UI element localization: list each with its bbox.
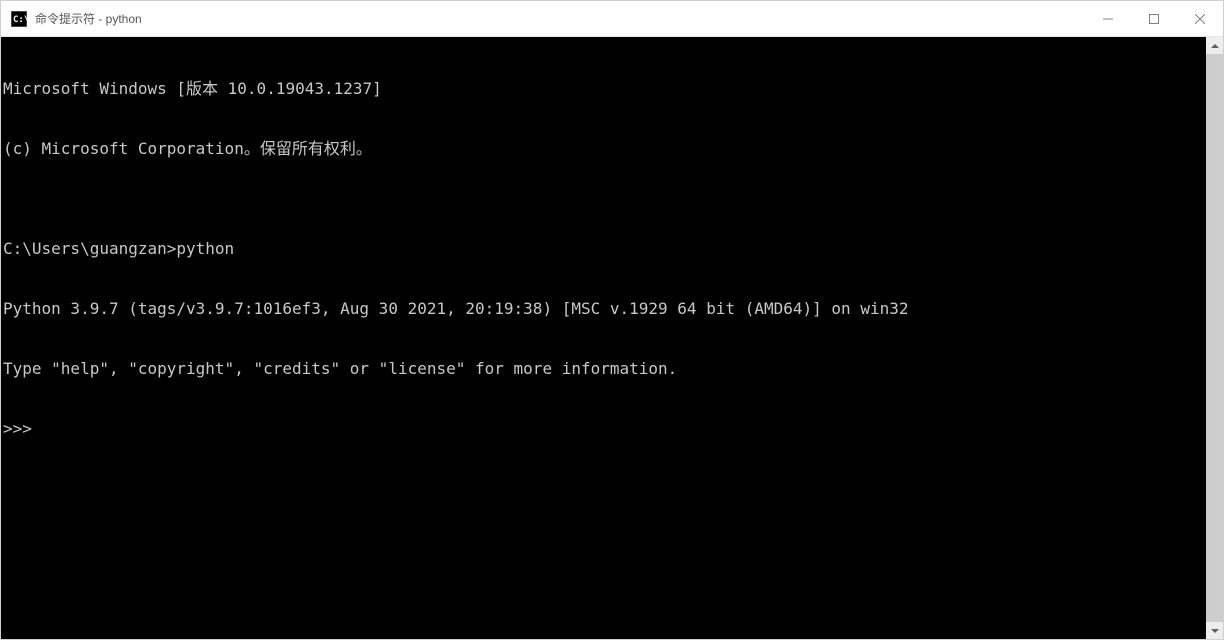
scrollbar-down-arrow-icon[interactable] — [1206, 622, 1223, 639]
scrollbar-track[interactable] — [1206, 54, 1223, 622]
maximize-button[interactable] — [1131, 1, 1177, 36]
terminal-line: C:\Users\guangzan>python — [3, 239, 1206, 259]
vertical-scrollbar[interactable] — [1206, 37, 1223, 639]
cmd-icon: C:\ — [11, 11, 27, 27]
svg-text:C:\: C:\ — [13, 15, 27, 25]
close-button[interactable] — [1177, 1, 1223, 36]
terminal-line: Type "help", "copyright", "credits" or "… — [3, 359, 1206, 379]
window-controls — [1085, 1, 1223, 36]
scrollbar-up-arrow-icon[interactable] — [1206, 37, 1223, 54]
minimize-button[interactable] — [1085, 1, 1131, 36]
terminal-line: (c) Microsoft Corporation。保留所有权利。 — [3, 139, 1206, 159]
scrollbar-thumb[interactable] — [1206, 54, 1223, 622]
terminal-line: Python 3.9.7 (tags/v3.9.7:1016ef3, Aug 3… — [3, 299, 1206, 319]
window-title: 命令提示符 - python — [35, 10, 1085, 27]
terminal-area: Microsoft Windows [版本 10.0.19043.1237] (… — [1, 37, 1223, 639]
terminal-line: >>> — [3, 419, 1206, 439]
command-prompt-window: C:\ 命令提示符 - python — [0, 0, 1224, 640]
terminal-line: Microsoft Windows [版本 10.0.19043.1237] — [3, 79, 1206, 99]
terminal-content[interactable]: Microsoft Windows [版本 10.0.19043.1237] (… — [1, 37, 1206, 639]
titlebar[interactable]: C:\ 命令提示符 - python — [1, 1, 1223, 37]
